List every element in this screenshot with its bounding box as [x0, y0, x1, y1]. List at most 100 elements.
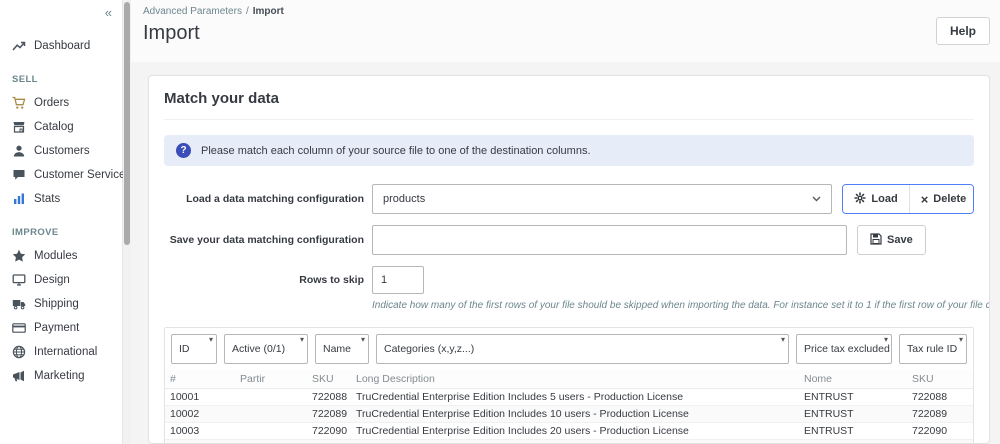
breadcrumb-section[interactable]: Advanced Parameters [143, 6, 242, 17]
preview-column-header: # [165, 370, 235, 389]
customer-service-icon [12, 168, 26, 182]
preview-column-header: SKU [307, 370, 351, 389]
sidebar-item-label: Design [34, 274, 70, 286]
page-header: Advanced Parameters / Import Import Help [131, 0, 1000, 62]
table-row: 10003 722090 TruCredential Enterprise Edit… [165, 422, 973, 440]
chevron-down-icon: ▾ [299, 335, 304, 344]
floppy-disk-icon [870, 232, 882, 248]
international-icon [12, 345, 26, 359]
table-cell: 10001 [165, 388, 235, 406]
sidebar-item-customers[interactable]: Customers [0, 139, 122, 163]
table-cell: ENTRUST [799, 405, 907, 423]
breadcrumb-current: Import [252, 6, 284, 17]
chevron-down-icon: ▾ [958, 335, 963, 344]
modules-icon [12, 249, 26, 263]
sidebar-collapse-button[interactable]: « [105, 5, 112, 20]
column-type-value: Tax rule ID [907, 343, 958, 355]
sidebar-item-catalog[interactable]: Catalog [0, 115, 122, 139]
column-type-select[interactable]: ID ▾ [171, 334, 217, 364]
delete-button[interactable]: × Delete [908, 185, 974, 213]
panel-title: Match your data [164, 90, 974, 120]
scrollbar-thumb[interactable] [124, 2, 130, 245]
app-root: « Dashboard SELL Orders Catalog Customers Cus… [0, 0, 1000, 444]
column-type-select[interactable]: Active (0/1) ▾ [224, 334, 308, 364]
rows-to-skip-label: Rows to skip [299, 274, 364, 286]
sidebar: « Dashboard SELL Orders Catalog Customers Cus… [0, 0, 126, 444]
sidebar-item-dashboard[interactable]: Dashboard [0, 34, 122, 58]
help-button[interactable]: Help [935, 17, 990, 45]
sidebar-item-label: Dashboard [34, 40, 91, 52]
preview-column-header: Long Description [351, 370, 799, 389]
match-data-panel: Match your data ? Please match each colu… [148, 75, 990, 444]
table-cell [235, 422, 307, 440]
chevron-down-icon: ▾ [360, 335, 365, 344]
design-icon [12, 273, 26, 287]
column-type-value: ID [179, 343, 190, 355]
save-config-input[interactable] [372, 225, 847, 255]
load-delete-button-group: Load × Delete [842, 184, 974, 214]
column-type-value: Active (0/1) [232, 343, 286, 355]
sidebar-item-label: Orders [34, 97, 70, 109]
config-select-value: products [383, 193, 426, 205]
table-cell: 722088 [307, 388, 351, 406]
sidebar-item-customer-service[interactable]: Customer Service [0, 163, 126, 187]
sidebar-item-payment[interactable]: Payment [0, 316, 122, 340]
table-cell: ENTRUST [799, 439, 907, 443]
close-icon: × [920, 191, 929, 207]
sidebar-item-label: Shipping [34, 298, 79, 310]
sidebar-section-title: IMPROVE [12, 227, 59, 238]
info-alert-text: Please match each column of your source … [201, 144, 591, 157]
table-row: 10004722091TruCredential Enterprise Edit… [165, 439, 973, 443]
load-config-label: Load a data matching configuration [186, 193, 364, 205]
breadcrumb-separator: / [245, 6, 249, 17]
table-cell: 722089 [907, 405, 973, 423]
dashboard-icon [12, 39, 26, 53]
column-type-select[interactable]: Tax rule ID ▾ [899, 334, 967, 364]
scrollbar[interactable] [123, 0, 131, 444]
preview-table-body: 10001 722088 TruCredential Enterprise Edit… [165, 388, 973, 443]
sidebar-item-shipping[interactable]: Shipping [0, 292, 122, 316]
customers-icon [12, 144, 26, 158]
sidebar-item-international[interactable]: International [0, 340, 122, 364]
sidebar-item-label: Customer Service [34, 169, 126, 181]
page-title: Import [143, 22, 200, 44]
preview-column-header: Nome [799, 370, 907, 389]
table-cell: 722090 [307, 422, 351, 440]
column-matcher: ID ▾ Active (0/1) ▾ Name ▾ Categories (x,y,z..… [164, 327, 974, 443]
sidebar-item-stats[interactable]: Stats [0, 187, 122, 211]
column-type-select[interactable]: Price tax excluded ▾ [796, 334, 892, 364]
load-button[interactable]: Load [843, 185, 909, 213]
config-select[interactable]: products [372, 184, 833, 214]
column-type-select[interactable]: Name ▾ [315, 334, 369, 364]
preview-column-header: Partir [235, 370, 307, 389]
load-config-row: Load a data matching configuration produ… [164, 184, 974, 214]
matcher-select-row: ID ▾ Active (0/1) ▾ Name ▾ Categories (x,y,z..… [165, 328, 973, 370]
help-circle-icon: ? [176, 143, 191, 158]
table-cell: 10003 [165, 422, 235, 440]
table-row: 10001 722088 TruCredential Enterprise Edit… [165, 388, 973, 406]
column-type-select[interactable]: Categories (x,y,z...) ▾ [376, 334, 789, 364]
load-button-label: Load [871, 193, 898, 205]
sidebar-item-orders[interactable]: Orders [0, 91, 122, 115]
table-cell [235, 405, 307, 423]
table-cell: 722088 [907, 388, 973, 406]
chevron-down-icon [812, 193, 821, 205]
sidebar-item-modules[interactable]: Modules [0, 244, 122, 268]
rows-to-skip-input[interactable] [372, 266, 424, 294]
save-button[interactable]: Save [857, 225, 926, 255]
table-cell: ENTRUST [799, 388, 907, 406]
gear-icon [854, 192, 866, 207]
column-type-value: Categories (x,y,z...) [384, 343, 475, 355]
sidebar-item-marketing[interactable]: Marketing [0, 364, 122, 388]
rows-to-skip-row: Rows to skip [164, 266, 974, 294]
table-cell: TruCredential Enterprise Edition Include… [351, 405, 799, 423]
sidebar-item-design[interactable]: Design [0, 268, 122, 292]
table-cell: 10002 [165, 405, 235, 423]
table-cell [235, 439, 307, 443]
save-config-row: Save your data matching configuration Sa… [164, 225, 974, 255]
chevron-down-icon: ▾ [883, 335, 888, 344]
payment-icon [12, 321, 26, 335]
chevron-down-icon: ▾ [208, 335, 213, 344]
sidebar-section-title: SELL [12, 74, 38, 85]
preview-table: # Partir SKU Long Description Nome SKU 10001 7… [165, 370, 973, 443]
